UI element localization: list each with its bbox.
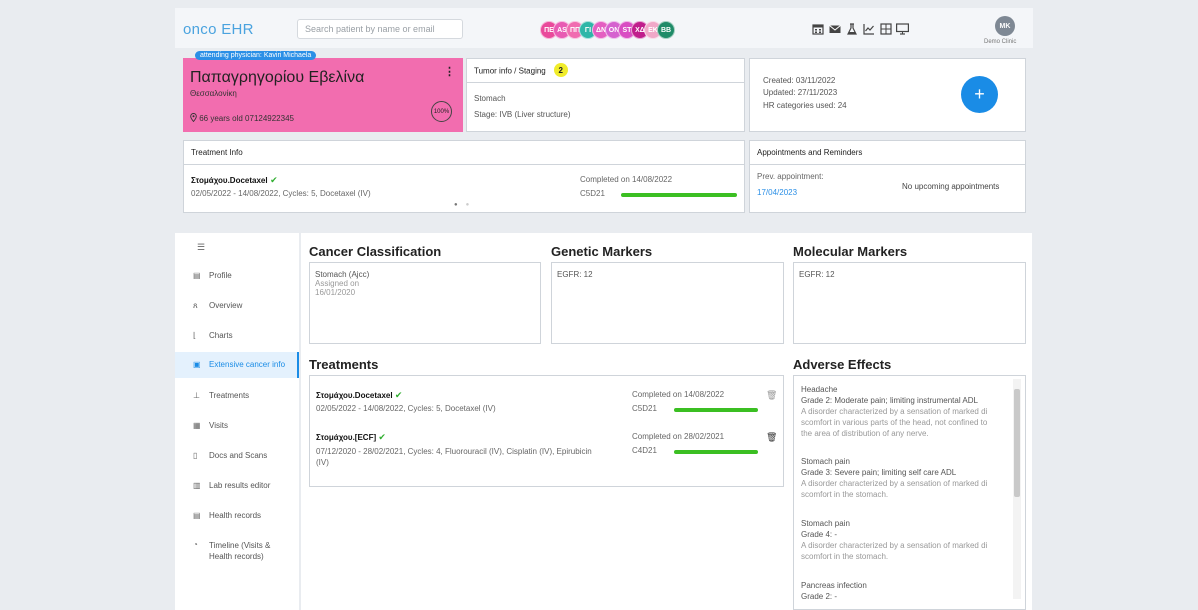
patient-name: Παπαγρηγορίου Εβελίνα (190, 69, 365, 86)
patient-city: Θεσσαλονίκη (190, 89, 237, 98)
sidebar-item-docs-and-scans[interactable]: ▯ Docs and Scans (175, 444, 299, 468)
add-button[interactable]: + (961, 76, 998, 113)
patient-menu-icon[interactable]: ⋮ (444, 65, 455, 78)
tumor-info-panel[interactable]: Tumor info / Staging 2 Stomach Stage: IVB… (466, 58, 745, 132)
calendar-icon[interactable] (811, 22, 824, 35)
treatment-row-status: Completed on 28/02/2021 (632, 432, 725, 441)
location-pin-icon (190, 113, 199, 123)
tumor-count-badge: 2 (553, 63, 568, 77)
check-icon: ✔ (270, 175, 278, 185)
lab-table-icon: ▥ (193, 481, 201, 490)
patient-search-input[interactable] (297, 19, 463, 39)
genetic-markers-box[interactable]: EGFR: 12 (551, 262, 784, 344)
check-icon: ✔ (394, 390, 403, 400)
cancer-classification-title: Cancer Classification (309, 244, 442, 259)
side-nav: ☰ ▤ Profile ጸ Overview ⌊ Charts ▣ Extensive … (175, 233, 299, 610)
treatment-row-progress-bar (674, 450, 758, 454)
profile-completeness: 100% (431, 101, 452, 122)
treatments-icon: ⊥ (193, 391, 200, 400)
profile-icon: ▤ (193, 271, 201, 280)
clinic-name: Demo Clinic (984, 39, 1017, 45)
adverse-effect-item: Pancreas infection Grade 2: - (801, 581, 867, 601)
adverse-effect-item: Headache Grade 2: Moderate pain; limitin… (801, 385, 988, 438)
cancer-info-icon: ▣ (193, 360, 201, 369)
visits-icon: ▦ (193, 421, 201, 430)
sidebar-item-overview[interactable]: ጸ Overview (175, 294, 299, 318)
tumor-info-header: Tumor info / Staging 2 (467, 59, 744, 83)
appointments-header: Appointments and Reminders (750, 141, 1025, 165)
patient-card: Παπαγρηγορίου Εβελίνα Θεσσαλονίκη 66 yea… (183, 58, 463, 132)
treatment-row-code: C5D21 (632, 404, 657, 413)
molecular-markers-title: Molecular Markers (793, 244, 908, 259)
appointments-panel: Appointments and Reminders Prev. appoint… (749, 140, 1026, 213)
treatment-row-dates: 07/12/2020 - 28/02/2021, Cycles: 4, Fluo… (316, 447, 592, 467)
patient-avatar[interactable]: BB (657, 21, 675, 39)
treatment-info-item[interactable]: Στομάχου.Docetaxel ✔ (191, 175, 278, 186)
tumor-stage: Stage: IVB (Liver structure) (474, 110, 571, 119)
upcoming-appointments: No upcoming appointments (902, 182, 1000, 191)
scrollbar-thumb[interactable] (1014, 389, 1020, 497)
treatment-name: Στομάχου.Docetaxel (191, 176, 268, 185)
trash-icon[interactable]: 🗑 (766, 390, 777, 401)
tumor-site: Stomach (474, 94, 506, 103)
adverse-effects-list[interactable]: Headache Grade 2: Moderate pain; limitin… (793, 375, 1026, 610)
adverse-effect-item: Stomach pain Grade 4: - A disorder chara… (801, 519, 988, 561)
attending-physician-badge: attending physician: Kaviri Michaela (195, 51, 317, 60)
treatment-progress-bar (621, 193, 737, 197)
adverse-effects-title: Adverse Effects (793, 357, 892, 372)
user-avatar[interactable]: MK (995, 16, 1015, 36)
sidebar-item-timeline[interactable]: ◔ Timeline (Visits & Health records) (175, 533, 299, 569)
check-icon: ✔ (378, 432, 386, 442)
trash-icon[interactable]: 🗑 (766, 432, 777, 443)
adverse-effects-scrollbar[interactable] (1013, 379, 1021, 599)
genetic-markers-title: Genetic Markers (551, 244, 653, 259)
timeline-icon: ◔ (193, 540, 198, 549)
flask-icon[interactable] (845, 22, 858, 35)
treatment-row[interactable]: Στομάχου.Docetaxel ✔ (316, 390, 402, 401)
treatment-info-header: Treatment Info (184, 141, 744, 165)
chart-icon[interactable] (862, 22, 875, 35)
created-date: Created: 03/11/2022 (763, 76, 836, 85)
document-icon: ▯ (193, 451, 198, 460)
cancer-classification-box[interactable]: Stomach (Ajcc) Assigned on 16/01/2020 (309, 262, 541, 344)
sidebar-item-profile[interactable]: ▤ Profile (175, 264, 299, 288)
treatment-row-dates: 02/05/2022 - 14/08/2022, Cycles: 5, Doce… (316, 404, 496, 413)
menu-collapse-icon[interactable]: ☰ (197, 242, 205, 253)
top-bar: onco EHR ΠΕASΠΠΓΙΔΝΟΝSTΧΔEKBB MK Demo Cl… (175, 8, 1033, 48)
sidebar-item-charts[interactable]: ⌊ Charts (175, 324, 299, 348)
record-info-panel: Created: 03/11/2022 Updated: 27/11/2023 … (749, 58, 1026, 132)
treatment-row-status: Completed on 14/08/2022 (632, 390, 725, 399)
prev-appointment-label: Prev. appointment: (757, 172, 824, 181)
sidebar-item-lab-results-editor[interactable]: ▥ Lab results editor (175, 474, 299, 498)
updated-date: Updated: 27/11/2023 (763, 88, 838, 97)
treatment-cycle-code: C5D21 (580, 189, 605, 198)
treatment-dates: 02/05/2022 - 14/08/2022, Cycles: 5, Doce… (191, 189, 371, 198)
carousel-dots[interactable]: ● ● (454, 202, 469, 208)
mail-icon[interactable] (828, 22, 841, 35)
sidebar-item-treatments[interactable]: ⊥ Treatments (175, 384, 299, 408)
monitor-icon[interactable] (896, 22, 909, 35)
calculator-icon[interactable] (879, 22, 892, 35)
main-content: Cancer Classification Stomach (Ajcc) Ass… (301, 233, 1032, 610)
patient-info: 66 years old 07124922345 (190, 113, 294, 123)
sidebar-item-health-records[interactable]: ▤ Health records (175, 504, 299, 528)
app-logo[interactable]: onco EHR (183, 21, 254, 38)
sidebar-item-visits[interactable]: ▦ Visits (175, 414, 299, 438)
prev-appointment-date[interactable]: 17/04/2023 (757, 188, 797, 197)
treatment-row[interactable]: Στομάχου.[ECF] ✔ (316, 432, 386, 443)
treatment-info-panel: Treatment Info Στομάχου.Docetaxel ✔ 02/0… (183, 140, 745, 213)
treatments-title: Treatments (309, 357, 379, 372)
treatments-list: Στομάχου.Docetaxel ✔ 02/05/2022 - 14/08/… (309, 375, 784, 487)
adverse-effect-item: Stomach pain Grade 3: Severe pain; limit… (801, 457, 988, 499)
treatment-status: Completed on 14/08/2022 (580, 175, 673, 184)
health-records-icon: ▤ (193, 511, 201, 520)
treatment-row-code: C4D21 (632, 446, 657, 455)
toolbar-icons (811, 22, 909, 35)
charts-icon: ⌊ (193, 331, 197, 340)
sidebar-item-extensive-cancer-info[interactable]: ▣ Extensive cancer info (175, 352, 299, 378)
molecular-markers-box[interactable]: EGFR: 12 (793, 262, 1026, 344)
hr-categories: HR categories used: 24 (763, 101, 847, 110)
person-icon: ጸ (193, 301, 198, 310)
treatment-row-progress-bar (674, 408, 758, 412)
